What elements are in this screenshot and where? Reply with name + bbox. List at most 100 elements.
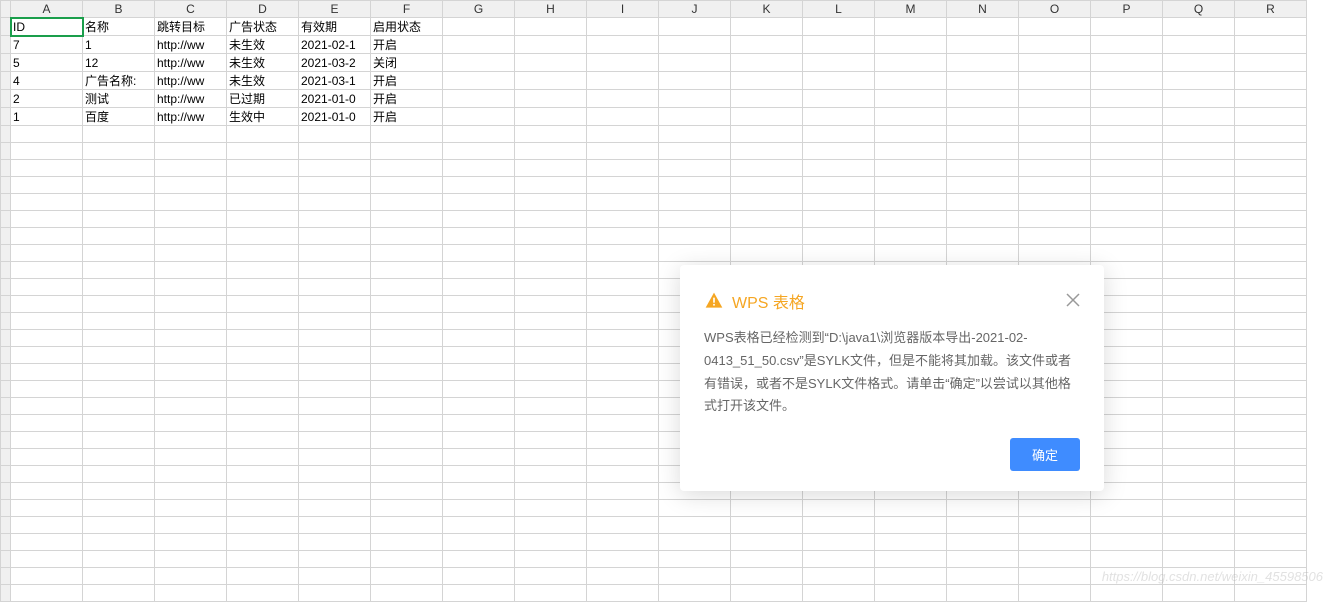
cell[interactable] [299,194,371,211]
cell[interactable] [11,415,83,432]
cell[interactable] [1235,551,1307,568]
cell[interactable] [1019,72,1091,90]
cell[interactable] [659,551,731,568]
cell[interactable] [1163,177,1235,194]
cell[interactable] [947,108,1019,126]
cell[interactable] [515,126,587,143]
cell[interactable] [947,160,1019,177]
cell[interactable]: 开启 [371,108,443,126]
row-header[interactable] [1,517,11,534]
cell[interactable] [659,245,731,262]
cell[interactable] [371,398,443,415]
cell[interactable] [83,585,155,602]
cell[interactable] [659,160,731,177]
cell[interactable] [1163,398,1235,415]
cell[interactable] [731,54,803,72]
cell[interactable] [83,194,155,211]
cell[interactable] [1163,517,1235,534]
cell[interactable] [659,500,731,517]
cell[interactable] [515,398,587,415]
cell[interactable] [443,313,515,330]
cell[interactable] [1091,160,1163,177]
cell[interactable] [11,432,83,449]
cell[interactable] [1091,500,1163,517]
cell[interactable] [299,126,371,143]
cell[interactable] [1235,449,1307,466]
cell[interactable] [11,347,83,364]
cell[interactable] [1235,466,1307,483]
row-header[interactable] [1,160,11,177]
cell[interactable] [371,517,443,534]
cell[interactable] [875,585,947,602]
cell[interactable] [587,466,659,483]
cell[interactable] [515,36,587,54]
cell[interactable] [587,126,659,143]
cell[interactable] [371,500,443,517]
cell[interactable] [947,177,1019,194]
cell[interactable] [1019,568,1091,585]
cell[interactable] [299,245,371,262]
cell[interactable] [83,262,155,279]
cell[interactable] [299,296,371,313]
cell[interactable] [443,72,515,90]
cell[interactable]: 2021-03-2 [299,54,371,72]
cell[interactable] [227,313,299,330]
cell[interactable] [155,330,227,347]
cell[interactable] [875,568,947,585]
row-header[interactable] [1,432,11,449]
cell[interactable] [299,279,371,296]
cell[interactable] [1019,177,1091,194]
cell[interactable] [299,228,371,245]
row-header[interactable] [1,279,11,296]
row-header[interactable] [1,90,11,108]
row-header[interactable] [1,347,11,364]
cell[interactable] [227,568,299,585]
cell[interactable] [443,398,515,415]
cell[interactable] [299,449,371,466]
row-header[interactable] [1,262,11,279]
column-header[interactable]: B [83,1,155,18]
cell[interactable] [731,177,803,194]
cell[interactable] [443,551,515,568]
cell[interactable] [1235,330,1307,347]
cell[interactable]: 广告名称: [83,72,155,90]
row-header[interactable] [1,483,11,500]
cell[interactable] [227,449,299,466]
cell[interactable] [299,330,371,347]
cell[interactable] [83,517,155,534]
cell[interactable] [515,18,587,36]
cell[interactable] [227,177,299,194]
cell[interactable] [731,228,803,245]
cell[interactable]: 生效中 [227,108,299,126]
cell[interactable] [947,585,1019,602]
cell[interactable]: http://ww [155,36,227,54]
row-header[interactable] [1,398,11,415]
cell[interactable] [1163,381,1235,398]
cell[interactable] [1235,177,1307,194]
cell[interactable] [587,483,659,500]
cell[interactable] [1019,534,1091,551]
cell[interactable] [803,500,875,517]
row-header[interactable] [1,313,11,330]
cell[interactable] [1235,568,1307,585]
cell[interactable] [875,228,947,245]
cell[interactable] [83,143,155,160]
cell[interactable] [443,126,515,143]
cell[interactable] [443,194,515,211]
cell[interactable] [731,534,803,551]
cell[interactable] [515,381,587,398]
cell[interactable] [515,568,587,585]
row-header[interactable] [1,72,11,90]
cell[interactable] [443,160,515,177]
cell[interactable] [371,313,443,330]
cell[interactable] [371,279,443,296]
cell[interactable] [11,551,83,568]
cell[interactable] [875,534,947,551]
cell[interactable] [659,108,731,126]
cell[interactable] [11,143,83,160]
cell[interactable] [1163,54,1235,72]
cell[interactable] [1163,143,1235,160]
cell[interactable] [731,194,803,211]
cell[interactable] [83,296,155,313]
cell[interactable] [659,54,731,72]
